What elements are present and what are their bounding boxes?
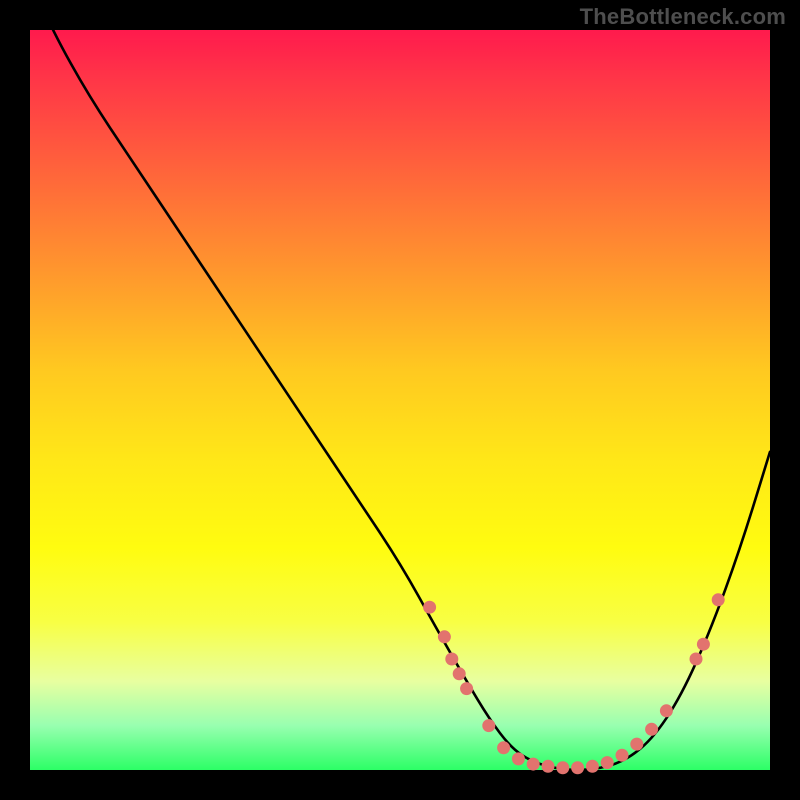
data-dot <box>601 756 614 769</box>
data-dot <box>542 760 555 773</box>
data-dot <box>482 719 495 732</box>
data-dot <box>460 682 473 695</box>
watermark-text: TheBottleneck.com <box>580 4 786 30</box>
data-dot <box>697 638 710 651</box>
curve-dots <box>423 593 725 774</box>
chart-plot-area <box>30 30 770 770</box>
data-dot <box>616 749 629 762</box>
data-dot <box>712 593 725 606</box>
data-dot <box>423 601 436 614</box>
data-dot <box>660 704 673 717</box>
data-dot <box>512 752 525 765</box>
bottleneck-curve <box>30 0 770 770</box>
chart-svg <box>30 30 770 770</box>
data-dot <box>445 653 458 666</box>
data-dot <box>645 723 658 736</box>
data-dot <box>527 758 540 771</box>
data-dot <box>497 741 510 754</box>
data-dot <box>630 738 643 751</box>
data-dot <box>586 760 599 773</box>
data-dot <box>438 630 451 643</box>
data-dot <box>690 653 703 666</box>
data-dot <box>556 761 569 774</box>
chart-frame: TheBottleneck.com <box>0 0 800 800</box>
data-dot <box>453 667 466 680</box>
data-dot <box>571 761 584 774</box>
